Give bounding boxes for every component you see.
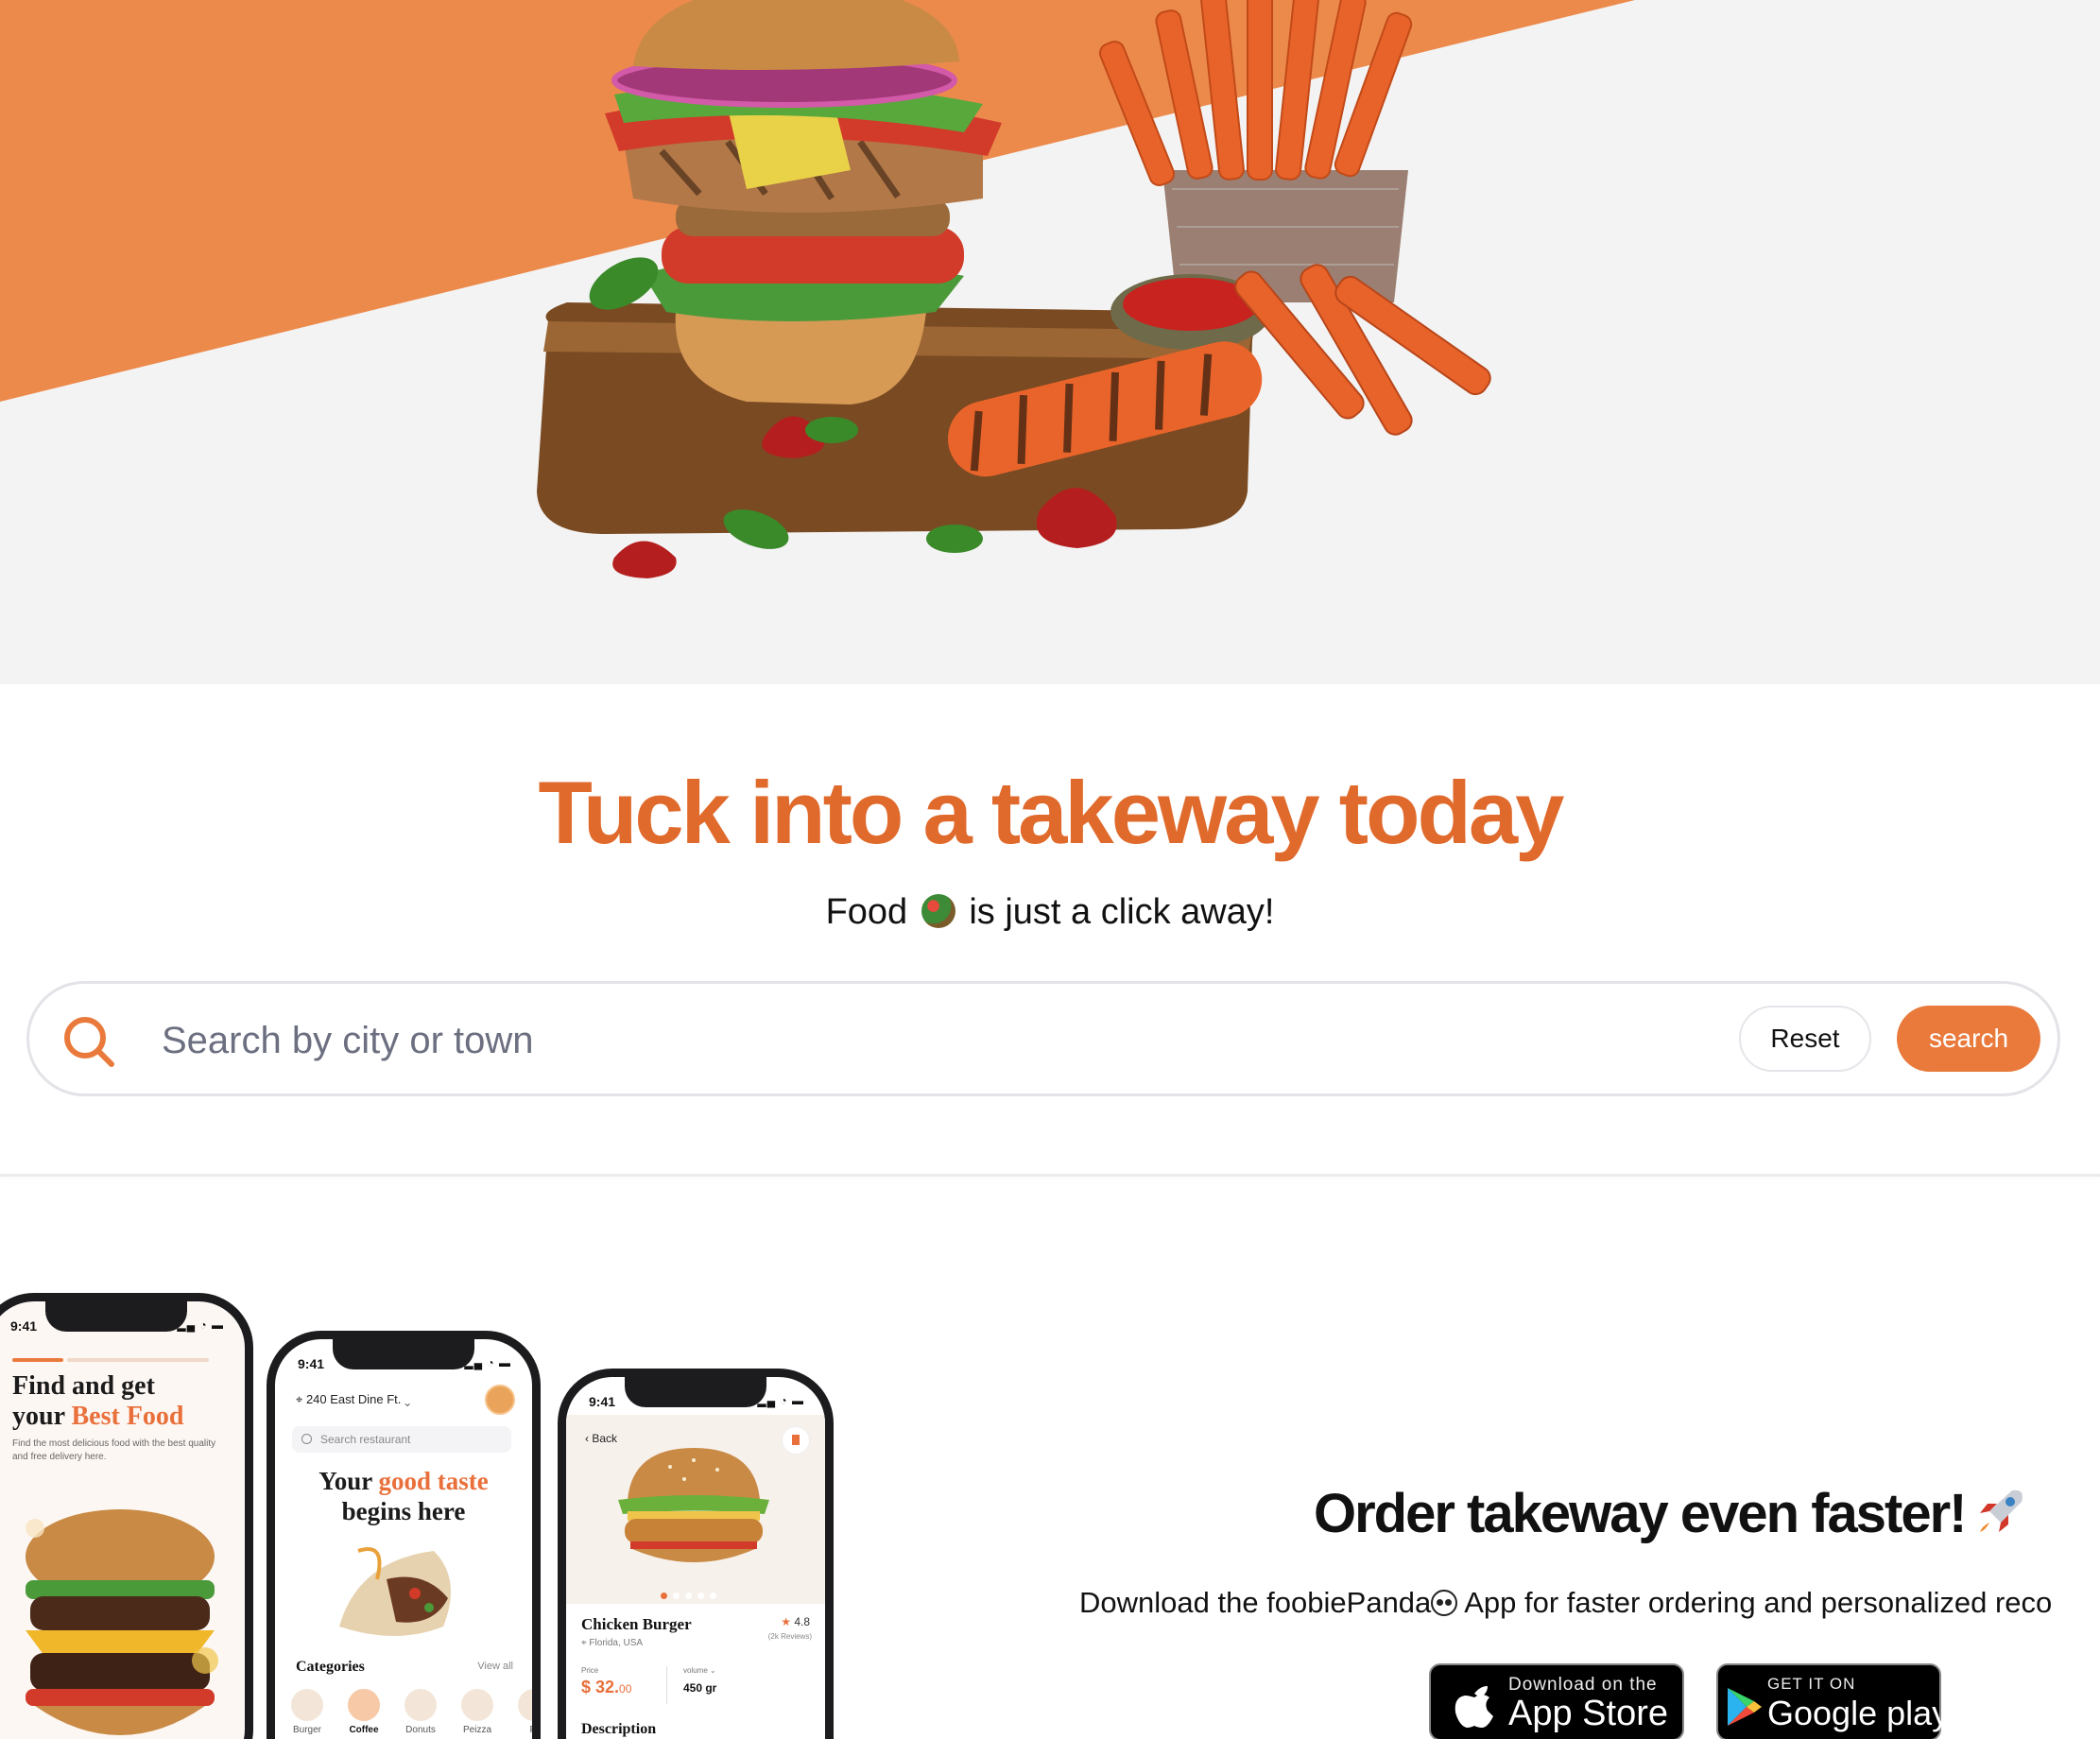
subtitle-text-start: Food <box>825 892 908 932</box>
page-headline: Tuck into a takeway today <box>538 763 1565 862</box>
app-promo-section: 9:41 ▂▄ ◔ ▬ Find and get your Best Food … <box>0 1179 2100 1739</box>
product-details-card: Chicken Burger ⌖ Florida, USA ★ 4.8 (2k … <box>566 1604 825 1739</box>
phone-notch <box>625 1377 766 1407</box>
search-bar: Reset search <box>26 981 2060 1096</box>
volume-value: 450 gr <box>683 1681 717 1695</box>
volume-label: volume ⌄ <box>683 1666 716 1675</box>
search-input[interactable] <box>160 1008 1676 1073</box>
google-play-small-label: GET IT ON <box>1767 1675 1856 1693</box>
hero-banner <box>0 0 2100 684</box>
product-rating: ★ 4.8 <box>781 1615 810 1628</box>
phone-time: 9:41 <box>298 1356 325 1371</box>
category-label: Donuts <box>405 1725 436 1735</box>
bookmark-icon <box>782 1426 810 1455</box>
phone-time: 9:41 <box>10 1318 38 1334</box>
onboarding-description: Find the most delicious food with the be… <box>12 1438 216 1462</box>
home-title-start: Your <box>318 1467 379 1495</box>
category-label: Pi <box>529 1725 539 1735</box>
avatar <box>485 1385 515 1415</box>
product-location-text: Florida, USA <box>589 1638 644 1648</box>
category-pizza: Peizza <box>458 1689 496 1735</box>
phone-mockup-product: 9:41 ▂▄ ◔ ▬ ‹ Back Chicken Burger ⌖ Flor… <box>558 1369 834 1739</box>
onboarding-title-line1: Find and get <box>12 1371 155 1401</box>
rocket-icon <box>1980 1489 2023 1532</box>
onboarding-progress-active <box>12 1358 63 1362</box>
coffee-icon <box>348 1689 380 1721</box>
wrap-image <box>339 1547 451 1636</box>
burger-image <box>26 1509 218 1735</box>
food-icon <box>518 1689 532 1721</box>
promo-subtitle: Download the foobiePanda App for faster … <box>1079 1586 2052 1620</box>
search-icon <box>64 1017 114 1067</box>
category-donuts: Donuts <box>402 1689 439 1735</box>
category-label: Peizza <box>462 1725 491 1735</box>
app-store-button[interactable]: Download on the App Store <box>1429 1663 1684 1739</box>
product-location: ⌖ Florida, USA <box>581 1638 644 1648</box>
home-title: Your good taste begins here <box>275 1466 532 1526</box>
carousel-dots <box>661 1587 722 1604</box>
category-label: Coffee <box>349 1725 379 1735</box>
category-label: Burger <box>292 1725 321 1735</box>
onboarding-title-line2: your <box>12 1402 72 1431</box>
promo-title: Order takeway even faster! <box>1314 1482 2027 1545</box>
view-all-link: View all <box>477 1661 513 1672</box>
burger-and-fries-illustration <box>537 0 1491 578</box>
onboarding-title: Find and get your Best Food <box>12 1371 184 1432</box>
promo-subtitle-end: App for faster ordering and personalized… <box>1457 1586 2053 1619</box>
category-burger: Burger <box>288 1689 326 1735</box>
donut-icon <box>405 1689 437 1721</box>
home-title-accent: good taste <box>378 1467 489 1495</box>
subtitle-text-end: is just a click away! <box>969 892 1275 932</box>
google-play-button[interactable]: GET IT ON Google play <box>1716 1663 1949 1739</box>
description-heading: Description <box>581 1721 657 1737</box>
onboarding-title-accent: Best Food <box>71 1402 184 1431</box>
burger-icon <box>291 1689 323 1721</box>
phone-notch <box>45 1301 187 1332</box>
app-store-small-label: Download on the <box>1508 1675 1658 1695</box>
page-subtitle: Food is just a click away! <box>0 892 2100 933</box>
chicken-burger-image <box>618 1448 769 1562</box>
categories-heading: Categories <box>296 1659 365 1675</box>
reset-button[interactable]: Reset <box>1739 1006 1871 1072</box>
onboarding-progress-track <box>67 1358 209 1362</box>
price-cents: 00 <box>619 1682 632 1696</box>
status-icons: ▂▄ ◔ ▬ <box>177 1318 224 1332</box>
home-title-end: begins here <box>341 1497 466 1525</box>
search-section: Tuck into a takeway today Food is just a… <box>0 684 2100 1176</box>
salad-emoji-icon <box>921 894 955 928</box>
volume-label-text: volume <box>683 1666 708 1675</box>
product-name: Chicken Burger <box>581 1615 692 1633</box>
pizza-icon <box>461 1689 493 1721</box>
divider <box>666 1666 667 1704</box>
phone-time: 9:41 <box>589 1394 616 1409</box>
restaurant-search-field: Search restaurant <box>292 1426 511 1453</box>
delivery-location: ⌖ 240 East Dine Ft. ⌄ <box>296 1392 411 1406</box>
app-store-label: App Store <box>1508 1694 1668 1733</box>
back-link: ‹ Back <box>585 1432 618 1445</box>
phone-mockup-onboarding: 9:41 ▂▄ ◔ ▬ Find and get your Best Food … <box>0 1293 253 1739</box>
status-icons: ▂▄ ◔ ▬ <box>464 1356 511 1369</box>
review-count: (2k Reviews) <box>767 1632 812 1641</box>
google-play-label: Google play <box>1767 1694 1950 1732</box>
search-button[interactable]: search <box>1897 1006 2040 1072</box>
product-price: $ 32.00 <box>581 1678 631 1697</box>
google-play-icon <box>1728 1688 1762 1726</box>
promo-title-text: Order takeway even faster! <box>1314 1483 1967 1544</box>
panda-icon <box>1431 1590 1458 1616</box>
star-icon: ★ <box>781 1615 791 1628</box>
price-value: $ 32. <box>581 1678 620 1696</box>
category-coffee: Coffee <box>345 1689 383 1735</box>
delivery-location-text: 240 East Dine Ft. <box>305 1392 402 1406</box>
section-divider <box>0 1174 2100 1177</box>
price-label: Price <box>581 1666 599 1675</box>
category-more: Pi <box>515 1689 539 1735</box>
promo-subtitle-start: Download the foobiePanda <box>1079 1586 1432 1619</box>
apple-icon <box>1455 1686 1493 1728</box>
phone-notch <box>333 1339 474 1369</box>
rating-value: 4.8 <box>794 1615 810 1628</box>
status-icons: ▂▄ ◔ ▬ <box>757 1394 804 1407</box>
phone-mockup-home: 9:41 ▂▄ ◔ ▬ ⌖ 240 East Dine Ft. ⌄ Search… <box>267 1331 541 1739</box>
